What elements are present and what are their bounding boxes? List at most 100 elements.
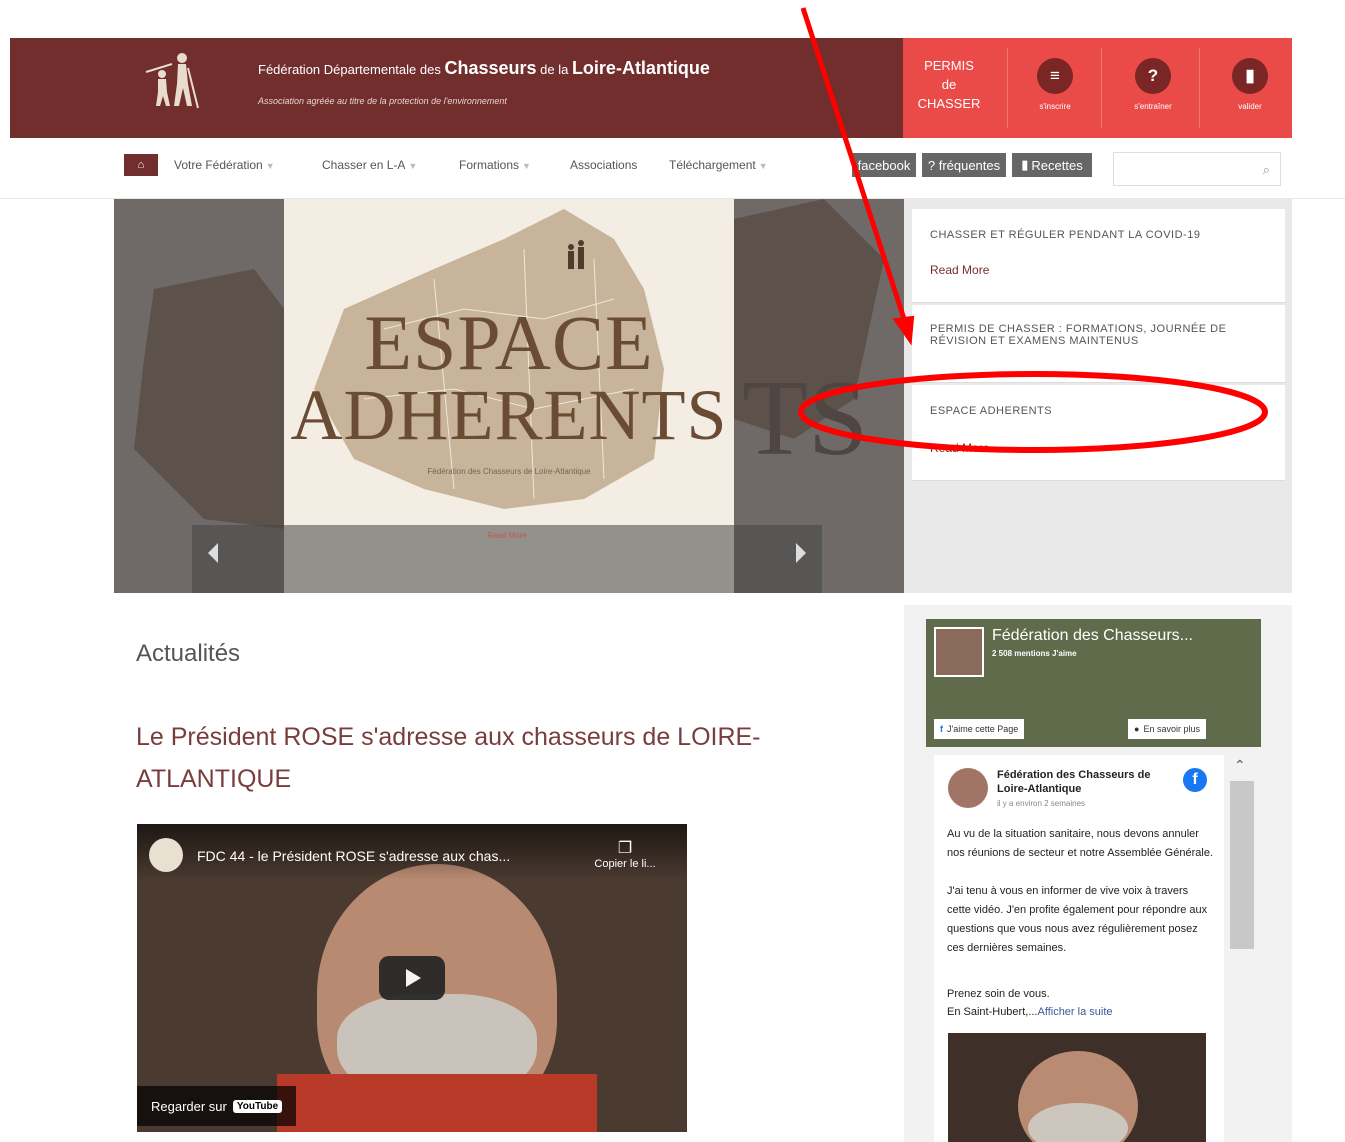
permis-line-1: PERMIS [924,58,974,73]
learn-more-button[interactable]: ● En savoir plus [1128,719,1206,739]
news-read-more-link[interactable]: Read More [930,263,989,277]
chevron-down-icon: ▼ [265,161,275,171]
faq-button[interactable]: ? fréquentes [922,153,1006,177]
nav-label: Téléchargement [669,158,756,172]
valider-label: valider [1238,102,1262,111]
divider [1007,48,1008,128]
hunters-logo[interactable] [142,50,204,110]
permis-de-chasser-link[interactable]: PERMIS de CHASSER [903,56,995,113]
chevron-down-icon: ▼ [758,161,768,171]
entrainer-label: s'entraîner [1134,102,1172,111]
post-text: Au vu de la situation sanitaire, nous de… [947,828,1213,859]
inscrire-label: s'inscrire [1039,102,1071,111]
news-item[interactable]: CHASSER ET RÉGULER PENDANT LA COVID-19 R… [912,209,1285,303]
site-title-mid: de la [536,62,572,77]
news-title[interactable]: ESPACE ADHERENTS [930,405,1270,417]
permis-line-2: de [941,77,957,92]
chevron-down-icon: ▼ [522,161,531,171]
slide-title-line1: ESPACE [364,299,654,386]
permis-panel: PERMIS de CHASSER ≡ s'inscrire ? s'entra… [903,38,1292,138]
play-button[interactable] [379,956,445,1000]
facebook-page-name[interactable]: Fédération des Chasseurs... [992,627,1193,645]
copy-link-label: Copier le li... [594,858,656,870]
video-title[interactable]: FDC 44 - le Président ROSE s'adresse aux… [197,848,510,864]
youtube-video[interactable]: FDC 44 - le Président ROSE s'adresse aux… [137,824,687,1132]
nav-item-telechargement[interactable]: Téléchargement ▼ [669,158,768,172]
nav-label: Votre Fédération [174,158,263,172]
post-text: J'ai tenu à vous en informer de vive voi… [947,885,1208,954]
document-icon: ▮ [1232,58,1268,94]
page: Fédération Départementale des Chasseurs … [0,0,1345,1142]
news-title[interactable]: CHASSER ET RÉGULER PENDANT LA COVID-19 [930,229,1270,241]
recettes-label: Recettes [1031,157,1083,173]
news-title[interactable]: PERMIS DE CHASSER : FORMATIONS, JOURNÉE … [930,323,1260,347]
valider-button[interactable]: ▮ valider [1220,58,1280,111]
like-page-label: J'aime cette Page [947,724,1019,734]
see-more-link[interactable]: Afficher la suite [1038,1006,1113,1018]
home-icon: ⌂ [137,159,145,171]
inscrire-button[interactable]: ≡ s'inscrire [1025,58,1085,111]
like-page-button[interactable]: f J'aime cette Page [934,719,1025,739]
news-panel: CHASSER ET RÉGULER PENDANT LA COVID-19 R… [904,199,1292,593]
watch-label: Regarder sur [151,1098,227,1114]
copy-icon: ❐ [617,840,633,857]
watch-on-youtube-button[interactable]: Regarder sur YouTube [137,1086,297,1126]
article-title[interactable]: Le Président ROSE s'adresse aux chasseur… [136,716,876,800]
nav-item-associations[interactable]: Associations [570,158,637,172]
recettes-button[interactable]: ▮ Recettes [1012,153,1092,177]
next-arrow-icon[interactable] [796,543,806,563]
slide-read-more-link[interactable]: Read More [192,531,822,540]
search-input[interactable]: ⌕ [1113,152,1281,186]
facebook-button[interactable]: facebook [852,153,916,177]
facebook-likes-count: 2 508 mentions J'aime [992,649,1077,658]
prev-arrow-icon[interactable] [208,543,218,563]
entrainer-button[interactable]: ? s'entraîner [1123,58,1183,111]
site-tagline: Association agréée au titre de la protec… [258,96,507,106]
menu-icon: ≡ [1037,58,1073,94]
post-author-avatar[interactable] [948,768,988,808]
divider [1199,48,1200,128]
copy-link-button[interactable]: ❐ Copier le li... [585,838,665,870]
site-title[interactable]: Fédération Départementale des Chasseurs … [258,58,710,79]
slider-controls: Read More [192,525,822,593]
nav-label: Chasser en L-A [322,158,406,172]
news-item[interactable]: ESPACE ADHERENTS Read More [912,385,1285,481]
news-read-more-link[interactable]: Read More [930,441,989,455]
nav-item-federation[interactable]: Votre Fédération ▼ [174,158,275,172]
youtube-logo-icon: YouTube [232,1099,283,1113]
site-title-main: Chasseurs [444,58,537,78]
learn-more-label: En savoir plus [1143,724,1200,734]
scrollbar-thumb[interactable] [1230,781,1254,949]
channel-avatar[interactable] [149,838,183,872]
chevron-up-icon[interactable]: ⌃ [1234,757,1246,774]
facebook-logo-icon: f [1183,768,1207,792]
news-item[interactable]: PERMIS DE CHASSER : FORMATIONS, JOURNÉE … [912,305,1285,383]
facebook-page-avatar[interactable] [934,627,984,677]
post-image[interactable] [948,1033,1206,1142]
video-thumbnail-detail [277,1074,597,1132]
post-text: En Saint-Hubert,... [947,1006,1038,1018]
search-icon[interactable]: ⌕ [1263,162,1270,178]
post-timestamp[interactable]: il y a environ 2 semaines [997,799,1085,808]
facebook-icon: f [940,724,943,734]
site-title-region: Loire-Atlantique [571,58,710,78]
post-author-name[interactable]: Fédération des Chasseurs de Loire-Atlant… [997,768,1177,796]
section-title: Actualités [136,640,241,667]
hero-slider[interactable]: ESPACE ADHERENTS TS Fédération des Chass… [114,199,904,593]
cutlery-icon: ▮ [1021,157,1029,172]
nav-item-formations[interactable]: Formations ▼ [459,158,531,172]
post-text-footer: En Saint-Hubert,...Afficher la suite [947,1003,1213,1022]
divider [1101,48,1102,128]
slide-caption: Fédération des Chasseurs de Loire-Atlant… [427,467,591,476]
site-title-prefix: Fédération Départementale des [258,62,445,77]
permis-line-3: CHASSER [917,96,981,111]
nav-label: Associations [570,158,638,172]
chevron-down-icon: ▼ [408,161,418,171]
facebook-page-header[interactable]: Fédération des Chasseurs... 2 508 mentio… [926,619,1261,747]
play-icon [406,969,421,987]
scrollbar[interactable]: ⌃ [1226,755,1256,1142]
nav-label: Formations [459,158,520,172]
nav-item-chasser[interactable]: Chasser en L-A ▼ [322,158,417,172]
home-button[interactable]: ⌂ [124,154,158,176]
site-header: Fédération Départementale des Chasseurs … [10,38,1292,138]
